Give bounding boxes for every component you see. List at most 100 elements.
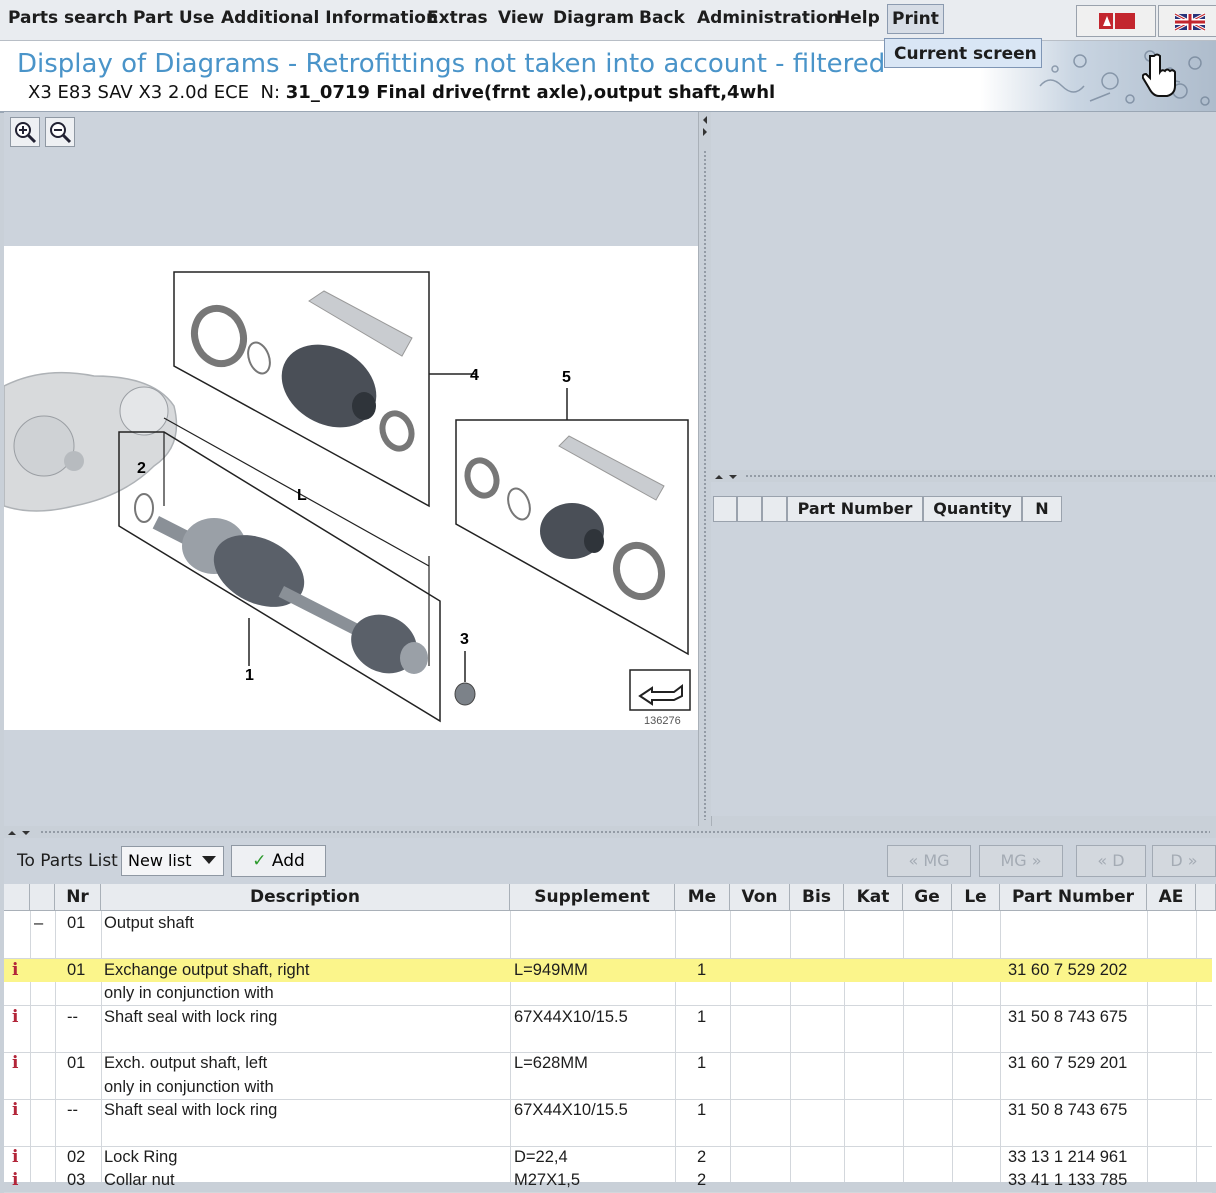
splitter-grip [745,474,1215,478]
row-me: 2 [697,1148,707,1166]
splitter-grip [40,830,1210,834]
row-part-number: 31 60 7 529 202 [1008,960,1128,979]
menu-part-use[interactable]: Part Use [133,8,214,28]
info-icon[interactable]: i [12,960,18,980]
col-part-number[interactable]: Part Number [1000,884,1147,911]
diagram-name: 31_0719 Final drive(frnt axle),output sh… [285,82,776,103]
row-supplement: 67X44X10/15.5 [514,1007,628,1026]
col-ge[interactable]: Ge [903,884,952,911]
table-row[interactable] [4,935,1212,960]
col-nr[interactable]: Nr [55,884,101,911]
logo-icon [1099,13,1135,29]
parts-list-select-value: New list [128,851,192,870]
splitter-arrows-icon [703,116,707,136]
table-row[interactable]: only in conjunction with [4,1076,1212,1100]
zoom-out-icon [50,122,72,144]
menu-diagram[interactable]: Diagram [553,8,634,28]
table-row[interactable]: – 01 Output shaft [4,912,1212,935]
logo-button[interactable] [1076,5,1156,37]
row-description: Collar nut [104,1171,175,1190]
parts-selection-pane [711,482,1216,816]
prev-mg-button[interactable]: « MG [887,845,971,877]
hand-cursor-icon [1142,53,1176,97]
output-shaft-diagram: 4 5 2 L 3 1 136276 [3,271,691,727]
menu-back[interactable]: Back [639,8,685,28]
row-description: only in conjunction with [104,984,274,1003]
menu-print[interactable]: Print [887,4,944,34]
col-le[interactable]: Le [952,884,1000,911]
table-row[interactable]: i -- Shaft seal with lock ring 67X44X10/15.… [4,1006,1212,1029]
prev-d-button[interactable]: « D [1076,845,1146,877]
table-row[interactable]: i -- Shaft seal with lock ring 67X44X10/15.… [4,1099,1212,1122]
language-flag-button[interactable] [1158,5,1216,37]
add-button[interactable]: ✓ Add [231,845,326,877]
row-description: Output shaft [104,914,194,932]
row-supplement: L=949MM [514,960,588,979]
row-description: Exch. output shaft, left [104,1054,268,1073]
row-me: 1 [697,1007,707,1026]
zoom-out-button[interactable] [45,117,75,147]
final-drive-housing [3,371,178,512]
info-icon[interactable]: i [12,1007,18,1027]
next-mg-button[interactable]: MG » [979,845,1063,877]
col-supplement[interactable]: Supplement [510,884,675,911]
col-part-number[interactable]: Part Number [787,496,923,522]
next-d-button[interactable]: D » [1152,845,1216,877]
row-part-number: 31 60 7 529 201 [1008,1054,1128,1073]
row-me: 1 [697,1101,707,1120]
add-button-label: Add [271,851,305,871]
col-extra [1196,884,1216,911]
menu-additional-information[interactable]: Additional Information [221,8,438,28]
table-row[interactable] [4,1029,1212,1053]
info-icon[interactable]: i [12,1100,18,1120]
row-nr: 01 [67,960,86,979]
checkmark-icon: ✓ [252,851,267,871]
n-label: N: [260,82,281,103]
row-me: 1 [697,960,707,979]
info-icon[interactable]: i [12,1170,18,1190]
col-quantity[interactable]: Quantity [923,496,1022,522]
col-me[interactable]: Me [675,884,730,911]
menu-parts-search[interactable]: Parts search [8,8,128,28]
row-supplement: M27X1,5 [514,1171,581,1190]
row-part-number: 33 13 1 214 961 [1008,1148,1128,1166]
callout-L: L [297,487,307,504]
diagram-subtitle: X3 E83 SAV X3 2.0d ECE N: 31_0719 Final … [28,82,775,103]
col-info [4,884,30,911]
col-ae[interactable]: AE [1147,884,1196,911]
col-kat[interactable]: Kat [844,884,903,911]
uk-flag-icon [1174,12,1206,32]
col-von[interactable]: Von [730,884,790,911]
row-part-number: 33 41 1 133 785 [1008,1171,1128,1190]
row-part-number: 31 50 8 743 675 [1008,1101,1128,1120]
parts-list-select[interactable]: New list [121,846,224,876]
info-icon[interactable]: i [12,1053,18,1073]
row-supplement: L=628MM [514,1054,588,1073]
callout-3: 3 [460,631,469,648]
table-row[interactable]: i 02 Lock Ring D=22,4 2 33 13 1 214 961 [4,1146,1212,1169]
row-supplement: D=22,4 [514,1148,568,1166]
print-current-screen-item[interactable]: Current screen [884,38,1042,68]
table-row[interactable]: i 01 Exchange output shaft, right L=949MM 1 3… [4,958,1212,982]
table-row[interactable]: only in conjunction with [4,982,1212,1007]
row-expander: – [34,914,44,932]
zoom-in-button[interactable] [10,117,40,147]
splitter-grip [703,150,707,820]
row-me: 2 [697,1171,707,1190]
callout-1: 1 [245,667,254,684]
col-blank-1 [713,496,737,522]
menu-help[interactable]: Help [836,8,880,28]
col-blank-2 [737,496,762,522]
table-row[interactable]: i 01 Exch. output shaft, left L=628MM 1 31 60… [4,1052,1212,1075]
col-n[interactable]: N [1022,496,1062,522]
col-description[interactable]: Description [101,884,510,911]
info-icon[interactable]: i [12,1147,18,1167]
table-row[interactable]: i 03 Collar nut M27X1,5 2 33 41 1 133 785 [4,1169,1212,1193]
menu-administration[interactable]: Administration [697,8,840,28]
menu-extras[interactable]: Extras [427,8,488,28]
col-blank-3 [762,496,787,522]
menu-view[interactable]: View [498,8,544,28]
diagram-canvas: 4 5 2 L 3 1 136276 [3,246,698,730]
col-bis[interactable]: Bis [790,884,844,911]
table-row[interactable] [4,1123,1212,1147]
